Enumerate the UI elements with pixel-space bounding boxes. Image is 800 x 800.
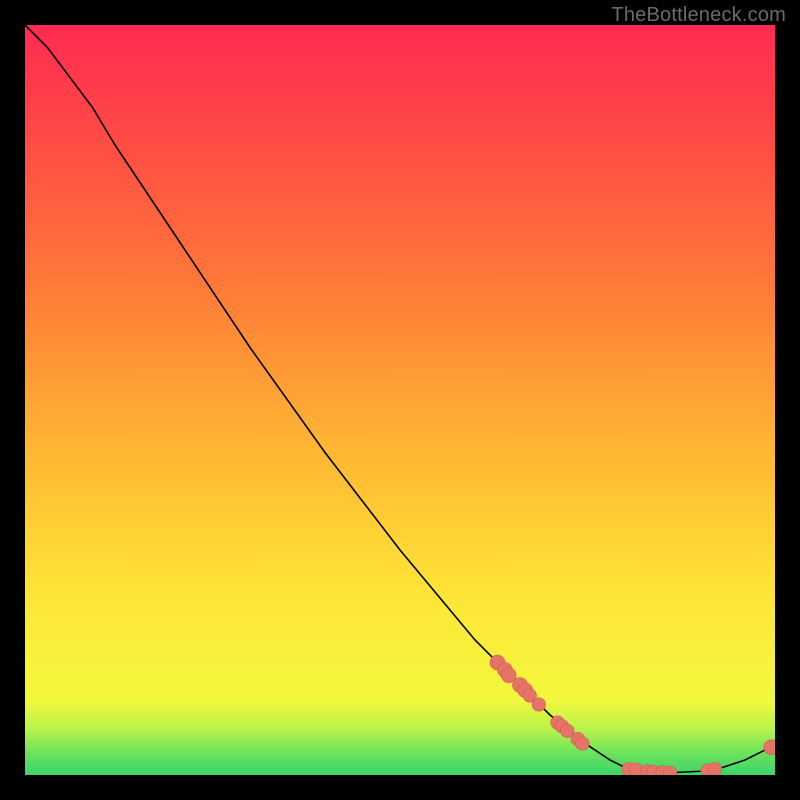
data-point-marker [576,737,590,751]
data-point-marker [532,698,546,712]
chart-plot-area [25,25,775,775]
watermark-text: TheBottleneck.com [611,4,786,27]
data-point-marker [708,762,722,775]
chart-background-gradient [25,25,775,775]
chart-svg [25,25,775,775]
